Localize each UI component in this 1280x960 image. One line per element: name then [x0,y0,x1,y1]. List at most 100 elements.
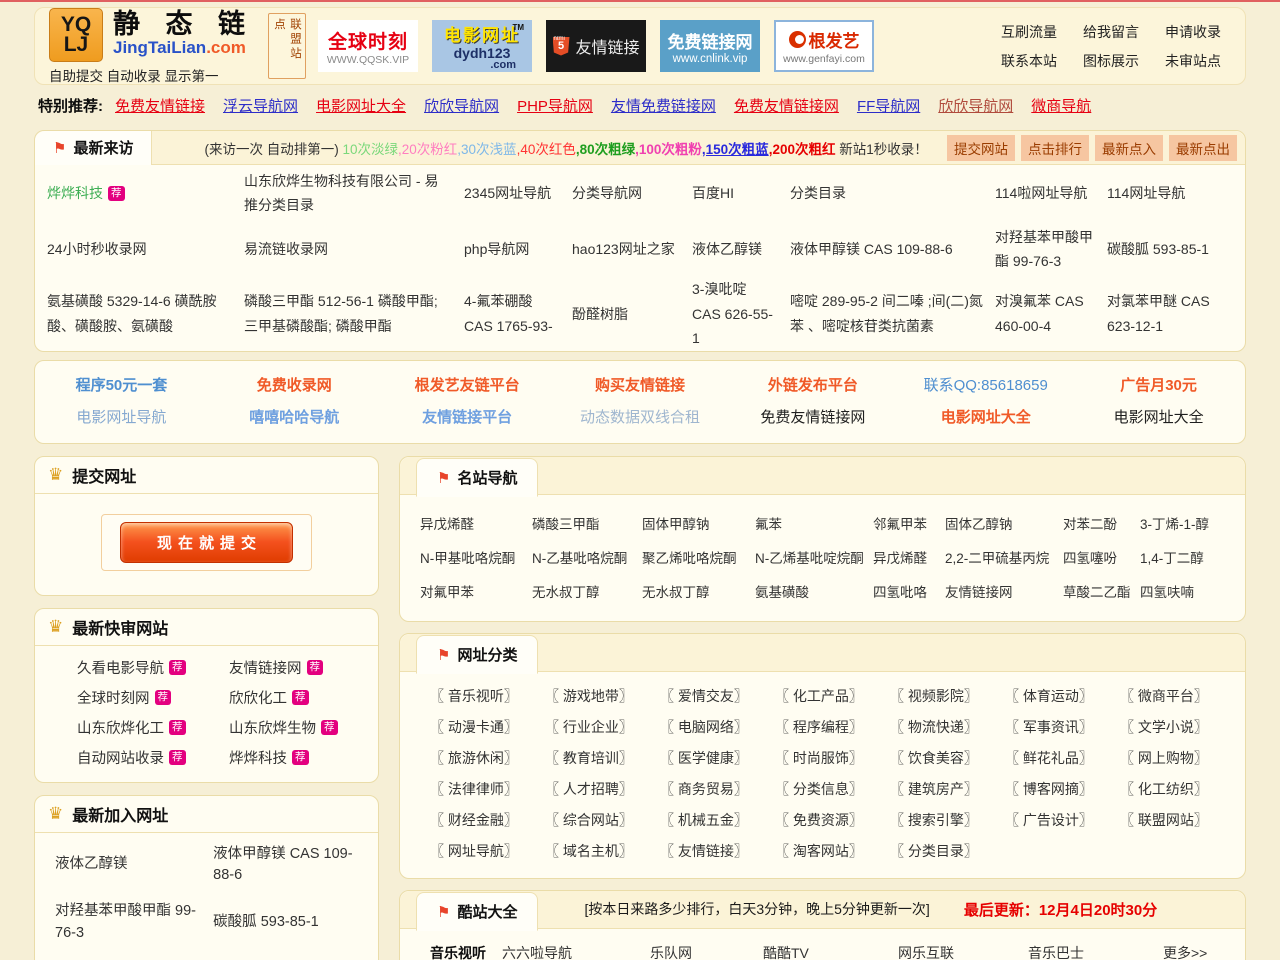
famous-site-link[interactable]: 邻氟甲苯 [873,513,945,533]
visitor-site-link[interactable]: 4-氟苯硼酸 CAS 1765-93- [464,289,572,338]
site-logo[interactable]: YQ LJ 静 态 链 JingTaiLian.com 自助提交 自动收录 显示… [49,8,254,85]
famous-site-link[interactable]: 2,2-二甲硫基丙烷 [945,547,1063,567]
fast-review-link[interactable]: 友情链接网荐 [229,655,378,680]
category-link[interactable]: 〖 程序编程〗 [775,717,890,737]
famous-site-link[interactable]: 氨基磺酸 [755,581,873,601]
fast-review-link[interactable]: 欣欣化工荐 [229,685,378,710]
tab-latest-visitors[interactable]: ⚑ 最新来访 [35,131,152,165]
special-recommend-link[interactable]: 欣欣导航网 [424,98,499,115]
special-recommend-link[interactable]: 免费友情链接网 [734,98,839,115]
category-link[interactable]: 〖 搜索引擎〗 [890,810,1005,830]
header-link[interactable]: 未审站点 [1165,51,1221,71]
visitor-site-link[interactable]: php导航网 [464,237,572,262]
cool-site-link[interactable]: 乐队网 [650,943,763,960]
newly-added-link[interactable]: 碳酸胍 593-85-1 [213,905,366,941]
famous-site-link[interactable]: 氟苯 [755,513,873,533]
sponsor-link[interactable]: 友情链接平台 [381,406,554,427]
special-recommend-link[interactable]: 微商导航 [1031,98,1091,115]
famous-site-link[interactable]: 四氢噻吩 [1063,547,1140,567]
famous-site-link[interactable]: 四氢吡咯 [873,581,945,601]
visits-header-button[interactable]: 最新点入 [1095,135,1163,161]
banner-qqsk[interactable]: 全球时刻 WWW.QQSK.VIP [318,20,418,72]
category-link[interactable]: 〖 友情链接〗 [660,841,775,861]
category-link[interactable]: 〖 联盟网站〗 [1120,810,1235,830]
sponsor-link[interactable]: 电影网址大全 [899,406,1072,427]
category-link[interactable]: 〖 行业企业〗 [545,717,660,737]
category-link[interactable]: 〖 教育培训〗 [545,748,660,768]
cool-site-link[interactable]: 网乐互联 [898,943,1028,960]
banner-dydh[interactable]: TM 电影网址 dydh123 .com [432,20,532,72]
category-link[interactable]: 〖 化工产品〗 [775,686,890,706]
famous-site-link[interactable]: 聚乙烯吡咯烷酮 [642,547,755,567]
category-link[interactable]: 〖 时尚服饰〗 [775,748,890,768]
special-recommend-link[interactable]: PHP导航网 [517,98,593,115]
header-link[interactable]: 图标展示 [1083,51,1139,71]
category-link[interactable]: 〖 域名主机〗 [545,841,660,861]
visitor-site-link[interactable]: 液体甲醇镁 CAS 109-88-6 [790,237,995,262]
newly-added-link[interactable]: 液体乙醇镁 [55,847,199,883]
newly-added-link[interactable]: 磷酸三甲酯 512-56-1 磷酸甲酯; 三甲基磷酸酯; 磷酸甲酯 [213,952,366,960]
banner-genfayi[interactable]: 根发艺 www.genfayi.com [774,20,874,72]
famous-site-link[interactable]: 无水叔丁醇 [532,581,642,601]
famous-site-link[interactable]: 草酸二乙酯 [1063,581,1140,601]
fast-review-link[interactable]: 自动网站收录荐 [77,745,229,770]
category-link[interactable]: 〖 物流快递〗 [890,717,1005,737]
famous-site-link[interactable]: 四氢呋喃 [1140,581,1245,601]
category-link[interactable]: 〖 商务贸易〗 [660,779,775,799]
category-link[interactable]: 〖 游戏地带〗 [545,686,660,706]
sponsor-link[interactable]: 电影网址大全 [1072,406,1245,427]
submit-now-button[interactable]: 现在就提交 [120,522,293,563]
fast-review-link[interactable]: 烨烨科技荐 [229,745,378,770]
visits-header-button[interactable]: 点击排行 [1021,135,1089,161]
famous-site-link[interactable]: 3-丁烯-1-醇 [1140,513,1245,533]
sponsor-link[interactable]: 根发艺友链平台 [381,374,554,395]
visitor-site-link[interactable]: 酚醛树脂 [572,302,692,327]
visitor-site-link[interactable]: 24小时秒收录网 [47,237,244,262]
category-link[interactable]: 〖 机械五金〗 [660,810,775,830]
visitor-site-link[interactable]: 114网址导航 [1107,181,1237,206]
tab-cool-sites[interactable]: ⚑ 酷站大全 [416,892,538,931]
special-recommend-link[interactable]: FF导航网 [857,98,920,115]
newly-added-link[interactable]: 氨基磺酸 5329-14-6 磺酰胺酸、磺酸胺、氨磺酸 [55,952,199,960]
tab-famous-sites[interactable]: ⚑ 名站导航 [416,458,538,497]
sponsor-link[interactable]: 免费友情链接网 [726,406,899,427]
header-link[interactable]: 联系本站 [1001,51,1057,71]
cool-site-link[interactable]: 音乐巴士 [1028,943,1163,960]
famous-site-link[interactable]: N-甲基吡咯烷酮 [420,547,532,567]
famous-site-link[interactable]: 友情链接网 [945,581,1063,601]
visitor-site-link[interactable]: 114啦网址导航 [995,181,1107,206]
visitor-site-link[interactable]: 嘧啶 289-95-2 间二嗪 ;间(二)氮苯 、嘧啶核苷类抗菌素 [790,289,995,338]
tab-site-categories[interactable]: ⚑ 网址分类 [416,635,538,674]
union-sites-badge[interactable]: 联盟站点 [268,13,306,79]
category-link[interactable]: 〖 旅游休闲〗 [430,748,545,768]
famous-site-link[interactable]: N-乙基吡咯烷酮 [532,547,642,567]
header-link[interactable]: 申请收录 [1165,22,1221,42]
cool-site-link[interactable]: 酷酷TV [763,943,898,960]
visitor-site-link[interactable]: 分类目录 [790,181,995,206]
sponsor-link[interactable]: 外链发布平台 [726,374,899,395]
category-link[interactable]: 〖 动漫卡通〗 [430,717,545,737]
famous-site-link[interactable]: 1,4-丁二醇 [1140,547,1245,567]
visitor-site-link[interactable]: hao123网址之家 [572,237,692,262]
visitor-site-link[interactable]: 对羟基苯甲酸甲酯 99-76-3 [995,225,1107,274]
header-link[interactable]: 给我留言 [1083,22,1139,42]
category-link[interactable]: 〖 淘客网站〗 [775,841,890,861]
visitor-site-link[interactable]: 氨基磺酸 5329-14-6 磺酰胺酸、磺酸胺、氨磺酸 [47,289,244,338]
category-link[interactable]: 〖 医学健康〗 [660,748,775,768]
fast-review-link[interactable]: 山东欣烨化工荐 [77,715,229,740]
more-link[interactable]: 更多>> [1163,943,1245,960]
sponsor-link[interactable]: 联系QQ:85618659 [899,374,1072,395]
famous-site-link[interactable]: 对氟甲苯 [420,581,532,601]
sponsor-link[interactable]: 购买友情链接 [554,374,727,395]
category-link[interactable]: 〖 微商平台〗 [1120,686,1235,706]
visitor-site-link[interactable]: 对氯苯甲醚 CAS 623-12-1 [1107,289,1237,338]
sponsor-link[interactable]: 电影网址导航 [35,406,208,427]
famous-site-link[interactable]: 磷酸三甲酯 [532,513,642,533]
category-link[interactable]: 〖 综合网站〗 [545,810,660,830]
newly-added-link[interactable]: 液体甲醇镁 CAS 109-88-6 [213,837,366,895]
category-link[interactable]: 〖 建筑房产〗 [890,779,1005,799]
famous-site-link[interactable]: 固体甲醇钠 [642,513,755,533]
banner-youqing[interactable]: html 5 友情链接 [546,20,646,72]
category-link[interactable]: 〖 饮食美容〗 [890,748,1005,768]
visitor-site-link[interactable]: 3-溴吡啶 CAS 626-55-1 [692,277,790,351]
